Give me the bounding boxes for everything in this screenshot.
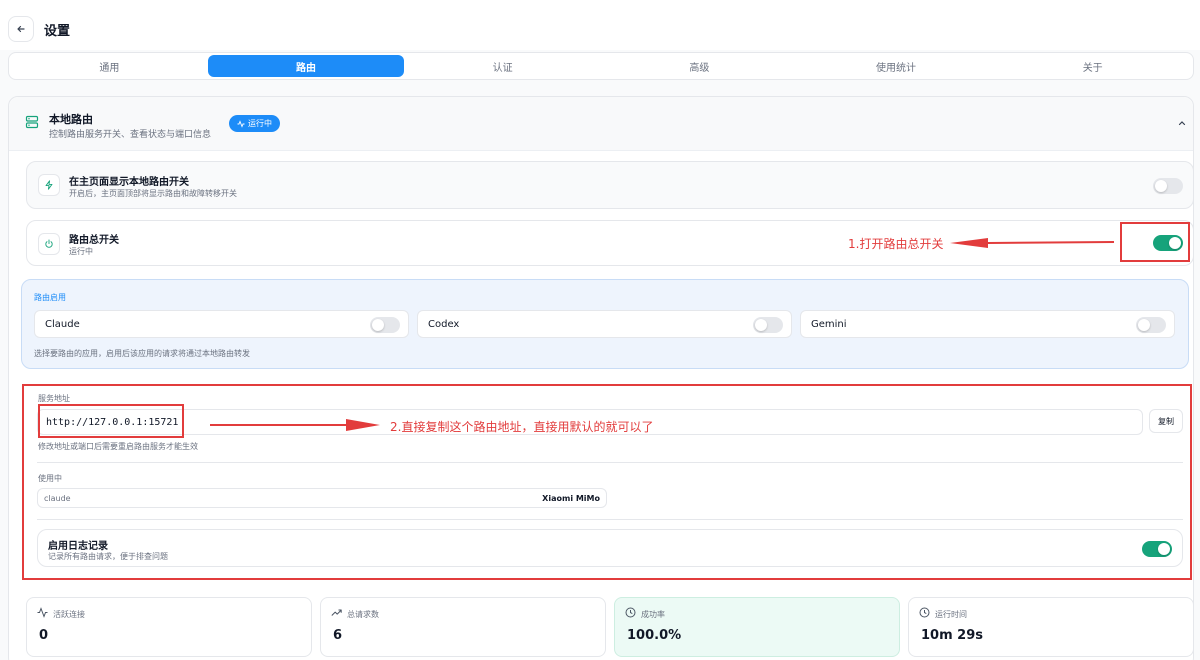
badge-label: 运行中 bbox=[248, 119, 272, 128]
show-switch-card: 在主页面显示本地路由开关 开启后，主页面顶部将显示路由和故障转移开关 bbox=[26, 161, 1194, 209]
annotation-arrow-right bbox=[210, 419, 380, 431]
stat-label: 成功率 bbox=[641, 610, 665, 619]
annotation-step1: 1.打开路由总开关 bbox=[848, 237, 944, 251]
app-item-codex: Codex bbox=[417, 310, 792, 338]
tab-usage-stats[interactable]: 使用统计 bbox=[798, 55, 995, 77]
stat-total-requests: 总请求数 6 bbox=[320, 597, 606, 657]
trending-up-icon bbox=[331, 609, 342, 616]
chevron-up-icon[interactable] bbox=[1177, 118, 1187, 131]
stat-uptime: 运行时间 10m 29s bbox=[908, 597, 1194, 657]
stat-label: 运行时间 bbox=[935, 610, 967, 619]
app-name-gemini: Gemini bbox=[811, 319, 847, 330]
panel-header[interactable]: 本地路由 控制路由服务开关、查看状态与端口信息 运行中 bbox=[9, 97, 1193, 151]
gemini-toggle[interactable] bbox=[1136, 317, 1166, 333]
annotation-arrow-left bbox=[950, 238, 1114, 248]
tab-auth[interactable]: 认证 bbox=[404, 55, 601, 77]
zap-icon bbox=[45, 180, 53, 190]
power-icon bbox=[45, 239, 53, 248]
back-button[interactable] bbox=[8, 16, 34, 42]
show-switch-toggle[interactable] bbox=[1153, 178, 1183, 194]
activity-icon bbox=[37, 607, 48, 618]
arrow-left-icon bbox=[17, 25, 25, 33]
stat-value: 6 bbox=[333, 628, 343, 643]
stat-value: 0 bbox=[39, 628, 49, 643]
stat-value: 100.0% bbox=[627, 628, 682, 643]
clock-icon bbox=[919, 607, 930, 618]
stat-success-rate: 成功率 100.0% bbox=[614, 597, 900, 657]
panel-title: 本地路由 bbox=[49, 113, 93, 126]
stat-label: 活跃连接 bbox=[53, 610, 85, 619]
app-name-claude: Claude bbox=[45, 319, 80, 330]
tab-bar: 通用 路由 认证 高级 使用统计 关于 bbox=[8, 52, 1194, 80]
activity-icon bbox=[237, 119, 245, 128]
tab-about[interactable]: 关于 bbox=[994, 55, 1191, 77]
tab-general[interactable]: 通用 bbox=[11, 55, 208, 77]
stat-active-connections: 活跃连接 0 bbox=[26, 597, 312, 657]
stat-value: 10m 29s bbox=[921, 628, 983, 643]
app-item-gemini: Gemini bbox=[800, 310, 1175, 338]
routing-apps-section: 路由启用 Claude Codex Gemini 选择要路由的应用，启用后该应用… bbox=[21, 279, 1189, 369]
running-status-badge: 运行中 bbox=[229, 115, 280, 132]
show-switch-subtitle: 开启后，主页面顶部将显示路由和故障转移开关 bbox=[69, 189, 237, 198]
power-icon-box bbox=[38, 233, 60, 255]
stat-label: 总请求数 bbox=[347, 610, 379, 619]
show-switch-title: 在主页面显示本地路由开关 bbox=[69, 177, 189, 188]
app-name-codex: Codex bbox=[428, 319, 460, 330]
master-switch-subtitle: 运行中 bbox=[69, 247, 93, 256]
app-item-claude: Claude bbox=[34, 310, 409, 338]
server-icon bbox=[25, 115, 39, 129]
annotation-box-master-toggle bbox=[1120, 222, 1190, 262]
routing-apps-hint: 选择要路由的应用，启用后该应用的请求将通过本地路由转发 bbox=[34, 349, 250, 358]
annotation-box-address bbox=[38, 404, 184, 438]
annotation-box-settings bbox=[22, 384, 1192, 580]
panel-subtitle: 控制路由服务开关、查看状态与端口信息 bbox=[49, 130, 212, 140]
zap-icon-box bbox=[38, 174, 60, 196]
routing-apps-label: 路由启用 bbox=[34, 293, 66, 302]
master-switch-title: 路由总开关 bbox=[69, 235, 119, 246]
top-bar: 设置 bbox=[0, 0, 1200, 50]
page-title: 设置 bbox=[44, 24, 71, 39]
clock-icon bbox=[625, 607, 636, 618]
tab-advanced[interactable]: 高级 bbox=[601, 55, 798, 77]
annotation-step2: 2.直接复制这个路由地址，直接用默认的就可以了 bbox=[390, 420, 654, 434]
tab-routing[interactable]: 路由 bbox=[207, 55, 405, 77]
claude-toggle[interactable] bbox=[370, 317, 400, 333]
codex-toggle[interactable] bbox=[753, 317, 783, 333]
